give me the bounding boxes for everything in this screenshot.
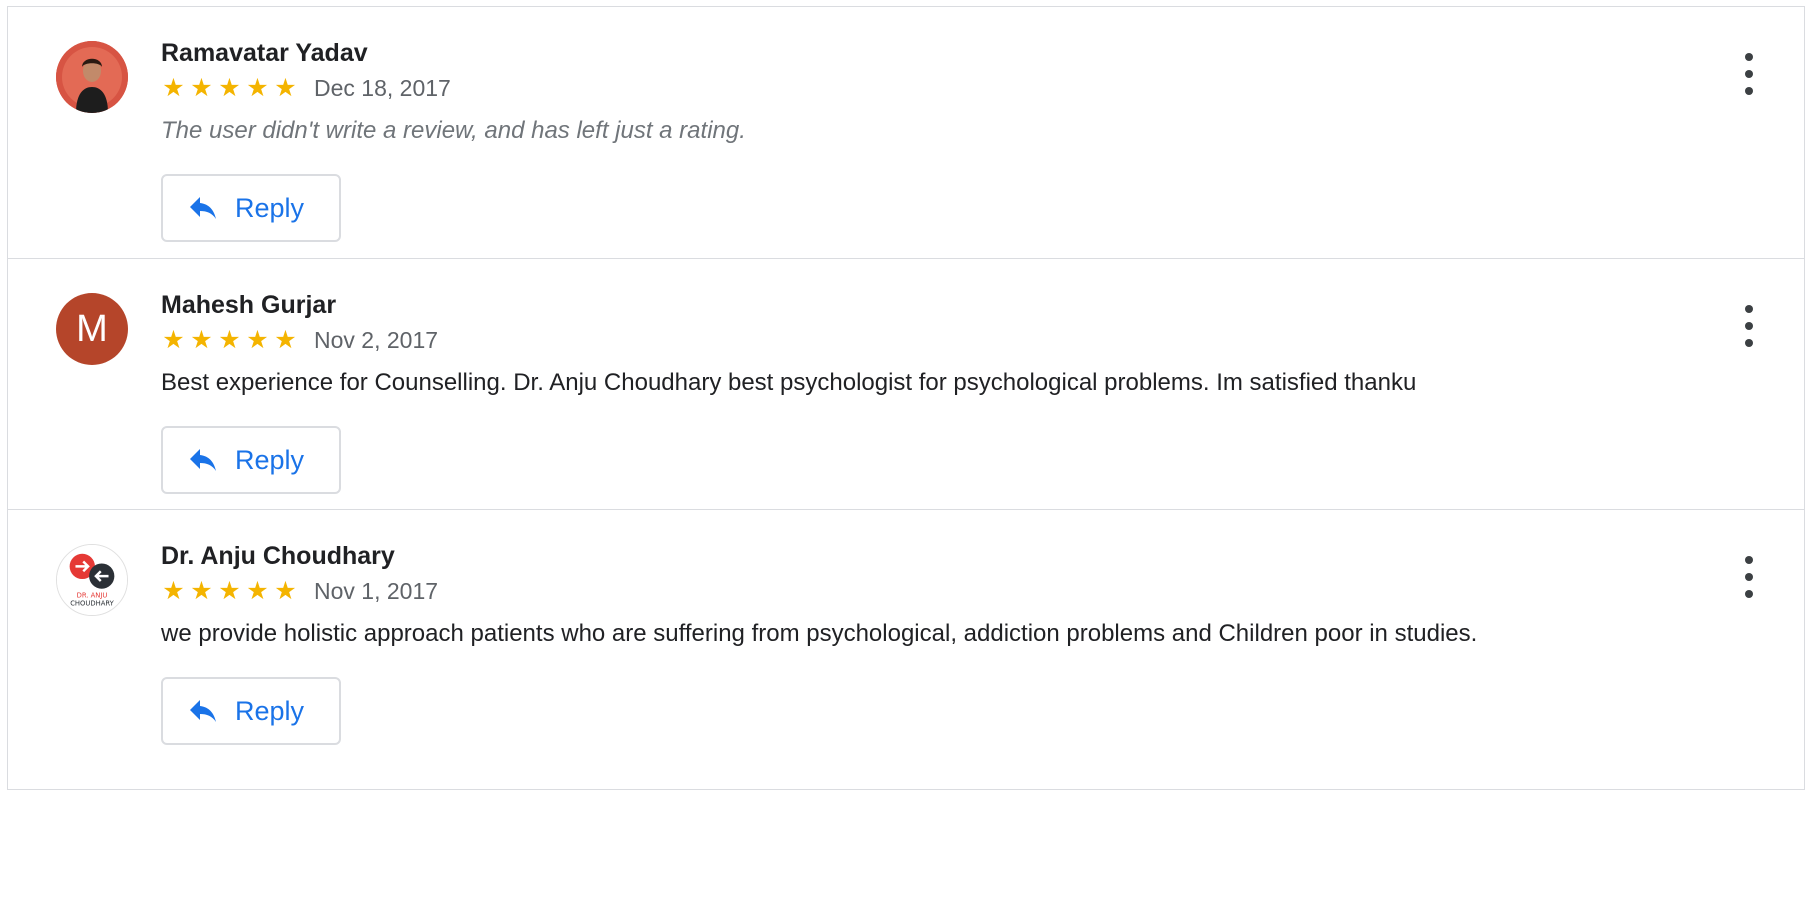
star-icon: ★ xyxy=(190,326,213,354)
avatar[interactable] xyxy=(56,41,128,113)
star-icon: ★ xyxy=(162,577,185,605)
review-card: Ramavatar Yadav ★ ★ ★ ★ ★ Dec 18, 2017 T… xyxy=(8,7,1804,259)
more-vert-icon[interactable] xyxy=(1734,53,1764,95)
star-icon: ★ xyxy=(246,74,269,102)
star-icon: ★ xyxy=(218,577,241,605)
star-rating: ★ ★ ★ ★ ★ xyxy=(161,74,298,102)
reply-label: Reply xyxy=(235,695,305,726)
avatar[interactable]: M xyxy=(56,293,128,365)
review-meta: ★ ★ ★ ★ ★ Nov 2, 2017 xyxy=(161,326,1684,354)
review-text: The user didn't write a review, and has … xyxy=(161,117,746,144)
review-body: Ramavatar Yadav ★ ★ ★ ★ ★ Dec 18, 2017 T… xyxy=(161,38,1684,242)
review-meta: ★ ★ ★ ★ ★ Nov 1, 2017 xyxy=(161,577,1684,605)
clinic-logo-icon: DR. ANJU CHOUDHARY xyxy=(57,545,127,615)
review-text: Best experience for Counselling. Dr. Anj… xyxy=(161,369,1417,396)
star-icon: ★ xyxy=(218,326,241,354)
star-icon: ★ xyxy=(162,74,185,102)
reply-icon xyxy=(189,699,217,723)
avatar[interactable]: DR. ANJU CHOUDHARY xyxy=(56,544,128,616)
star-rating: ★ ★ ★ ★ ★ xyxy=(161,577,298,605)
star-icon: ★ xyxy=(274,74,297,102)
reply-icon xyxy=(189,448,217,472)
reviewer-name[interactable]: Ramavatar Yadav xyxy=(161,38,1684,68)
reply-button[interactable]: Reply xyxy=(161,677,341,745)
review-date: Nov 1, 2017 xyxy=(314,578,439,604)
svg-text:DR. ANJU: DR. ANJU xyxy=(77,592,108,600)
star-icon: ★ xyxy=(274,326,297,354)
star-icon: ★ xyxy=(246,326,269,354)
star-icon: ★ xyxy=(190,74,213,102)
review-body: Dr. Anju Choudhary ★ ★ ★ ★ ★ Nov 1, 2017… xyxy=(161,541,1684,745)
review-card: M Mahesh Gurjar ★ ★ ★ ★ ★ Nov 2, 2017 Be… xyxy=(8,259,1804,510)
review-date: Dec 18, 2017 xyxy=(314,75,451,101)
review-body: Mahesh Gurjar ★ ★ ★ ★ ★ Nov 2, 2017 Best… xyxy=(161,290,1684,494)
avatar-letter: M xyxy=(76,307,108,350)
reply-label: Reply xyxy=(235,444,305,475)
user-photo-icon xyxy=(56,41,128,113)
reviewer-name[interactable]: Dr. Anju Choudhary xyxy=(161,541,1684,571)
reply-button[interactable]: Reply xyxy=(161,426,341,494)
reply-icon xyxy=(189,196,217,220)
star-icon: ★ xyxy=(218,74,241,102)
star-rating: ★ ★ ★ ★ ★ xyxy=(161,326,298,354)
review-text: we provide holistic approach patients wh… xyxy=(161,620,1478,647)
review-meta: ★ ★ ★ ★ ★ Dec 18, 2017 xyxy=(161,74,1684,102)
svg-text:CHOUDHARY: CHOUDHARY xyxy=(70,599,114,607)
reviewer-name[interactable]: Mahesh Gurjar xyxy=(161,290,1684,320)
review-date: Nov 2, 2017 xyxy=(314,327,439,353)
star-icon: ★ xyxy=(274,577,297,605)
reply-button[interactable]: Reply xyxy=(161,174,341,242)
reply-label: Reply xyxy=(235,192,305,223)
star-icon: ★ xyxy=(190,577,213,605)
star-icon: ★ xyxy=(162,326,185,354)
more-vert-icon[interactable] xyxy=(1734,556,1764,598)
review-list: Ramavatar Yadav ★ ★ ★ ★ ★ Dec 18, 2017 T… xyxy=(7,6,1805,790)
more-vert-icon[interactable] xyxy=(1734,305,1764,347)
star-icon: ★ xyxy=(246,577,269,605)
review-card: DR. ANJU CHOUDHARY Dr. Anju Choudhary ★ … xyxy=(8,510,1804,790)
